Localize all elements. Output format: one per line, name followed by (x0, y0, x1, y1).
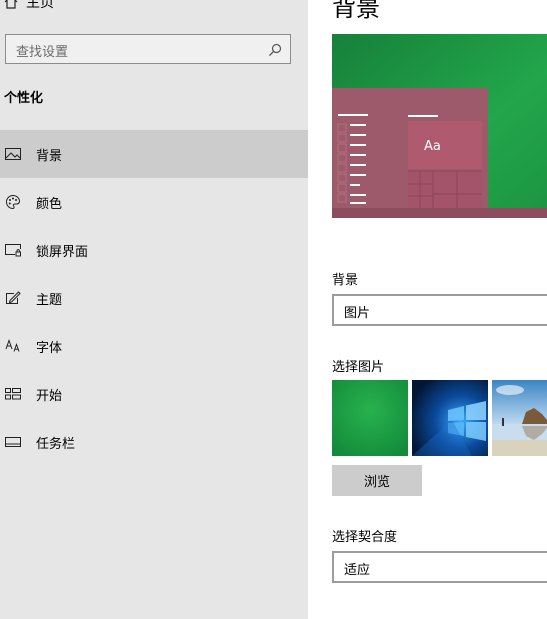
picture-icon (5, 146, 21, 162)
choose-picture-label: 选择图片 (332, 360, 385, 375)
fit-dropdown-value: 适应 (344, 563, 371, 578)
picture-thumbnail-green[interactable] (332, 380, 408, 456)
fit-label: 选择契合度 (332, 530, 398, 545)
sidebar-item-lock-screen[interactable]: 锁屏界面 (0, 226, 308, 274)
sidebar-item-start[interactable]: 开始 (0, 370, 308, 418)
font-icon (5, 338, 21, 354)
theme-icon (5, 290, 21, 306)
sidebar-item-colors[interactable]: 颜色 (0, 178, 308, 226)
home-icon (4, 0, 26, 9)
preview-sample-text: Aa (424, 139, 441, 154)
search-icon[interactable] (268, 42, 282, 61)
sidebar-item-label: 颜色 (36, 196, 63, 212)
sidebar-item-fonts[interactable]: 字体 (0, 322, 308, 370)
home-link[interactable]: 主页 (4, 0, 54, 12)
sidebar-item-label: 锁屏界面 (36, 244, 89, 260)
browse-button[interactable]: 浏览 (332, 465, 422, 496)
sidebar-item-background[interactable]: 背景 (0, 130, 308, 178)
sidebar-item-label: 字体 (36, 340, 63, 356)
search-box[interactable]: 查找设置 (5, 34, 291, 64)
background-preview: Aa (332, 34, 547, 218)
background-dropdown-value: 图片 (344, 306, 371, 321)
sidebar: 主页 查找设置 个性化 背景 颜色 锁屏界面 主题 字体 开始 任务栏 (0, 0, 308, 619)
taskbar-icon (5, 434, 21, 450)
page-title: 背景 (332, 0, 380, 22)
start-icon (5, 386, 21, 402)
sidebar-item-label: 开始 (36, 388, 63, 404)
sidebar-item-themes[interactable]: 主题 (0, 274, 308, 322)
sidebar-item-label: 任务栏 (36, 436, 76, 452)
palette-icon (5, 194, 21, 210)
sidebar-item-label: 主题 (36, 292, 63, 308)
fit-dropdown[interactable]: 适应 (332, 551, 547, 583)
section-title: 个性化 (4, 91, 44, 106)
picture-thumbnail-beach[interactable] (492, 380, 547, 456)
sidebar-item-label: 背景 (36, 148, 63, 164)
background-label: 背景 (332, 273, 359, 288)
sidebar-item-taskbar[interactable]: 任务栏 (0, 418, 308, 466)
background-dropdown[interactable]: 图片 (332, 294, 547, 326)
picture-thumbnail-windows[interactable] (412, 380, 488, 456)
search-input[interactable]: 查找设置 (16, 41, 68, 60)
home-label: 主页 (26, 0, 54, 11)
lock-screen-icon (5, 242, 21, 258)
